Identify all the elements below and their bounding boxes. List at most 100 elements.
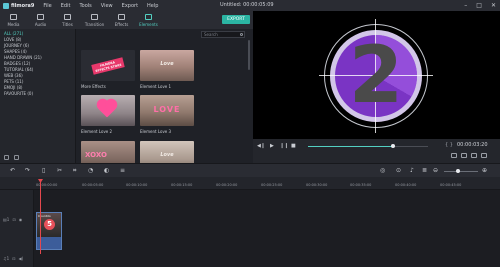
countdown-number: 2 [348,31,404,121]
maximize-icon[interactable]: □ [476,2,482,9]
marker-icon[interactable]: ⊙ [396,168,401,174]
element-tile[interactable]: Love [140,141,194,163]
seek-bar[interactable] [308,144,428,148]
ruler-label: 00:00:15:00 [171,183,193,187]
tab-media[interactable]: Media [0,14,27,29]
element-tile[interactable]: Element Love 2 [81,95,135,134]
play-icon[interactable]: ▶ [270,143,274,149]
elements-scrollbar[interactable] [248,40,250,70]
element-tile[interactable]: Love Element Love 1 [140,50,194,89]
element-label: More Effects [81,84,106,89]
menu-help[interactable]: Help [147,3,158,9]
minimize-icon[interactable]: – [464,2,467,9]
color-icon[interactable]: ◐ [104,168,109,174]
text-icon [64,14,71,20]
app-name: filmora9 [11,2,35,9]
zoom-slider[interactable] [444,171,478,172]
video-track-controls: ▤1 ⊡ ◉ [3,217,22,222]
menu-tools[interactable]: Tools [79,3,91,9]
lock-icon[interactable]: ⊡ [12,217,15,222]
undo-icon[interactable]: ↶ [10,168,15,174]
render-icon[interactable]: ◎ [380,168,385,174]
tab-audio[interactable]: Audio [27,14,54,29]
folder-icon[interactable] [14,155,19,160]
track-header: ▤1 ⊡ ◉ ♫1 ⊡ ◀) [0,190,34,267]
menu-edit[interactable]: Edit [61,3,71,9]
mic-icon[interactable]: ♪ [410,168,414,174]
window-controls: – □ ✕ [464,2,496,9]
voiceover-icon[interactable]: ≣ [422,168,427,174]
menu-view[interactable]: View [101,3,113,9]
add-folder-icon[interactable] [4,155,9,160]
filmora-logo-icon [3,2,9,9]
timeline-toolbar: ↶ ↷ ▯ ✂ ⌗ ◔ ◐ ≡ ◎ ⊙ ♪ ≣ ⊖ ⊕ [0,163,500,177]
ruler-label: 00:00:45:00 [440,183,462,187]
search-input[interactable]: Search [201,31,245,38]
transition-icon [91,14,98,20]
lock-icon[interactable]: ⊡ [12,256,15,261]
zoom-out-icon[interactable]: ⊖ [433,168,438,174]
display-icon[interactable] [451,153,457,158]
effects-icon [118,14,125,20]
element-tile[interactable]: LOVE Element Love 3 [140,95,194,134]
element-tile[interactable]: XOXO [81,141,135,163]
app-logo: filmora9 [3,2,35,9]
video-track-icon: ▤1 [3,217,10,222]
split-icon[interactable]: ✂ [57,168,62,174]
elements-icon [145,14,152,20]
music-icon [37,14,44,20]
snapshot-icon[interactable] [461,153,467,158]
fullscreen-icon[interactable] [481,153,487,158]
category-footer [4,155,19,160]
crop-icon[interactable]: ⌗ [73,168,76,174]
seek-progress [308,146,394,147]
element-thumbnail: Love [140,50,194,81]
category-item[interactable]: FAVOURITE (0) [0,91,75,97]
seek-handle[interactable] [391,144,396,148]
delete-icon[interactable]: ▯ [42,168,45,174]
stop-icon[interactable]: ■ [291,143,296,149]
previous-frame-icon[interactable]: ◀❙ [257,143,265,149]
tab-titles[interactable]: Titles [54,14,81,29]
document-title: Untitled: 00:00:05:09 [220,2,274,8]
pause-icon[interactable]: ❙❙ [280,143,288,149]
audio-mixer-icon[interactable]: ≡ [120,168,125,174]
ruler-label: 00:00:25:00 [261,183,283,187]
preview-viewer: 2 [253,11,500,139]
element-label: Element Love 1 [140,84,172,89]
ruler-label: 00:00:20:00 [216,183,238,187]
element-tile-more-effects[interactable]: FILMORA EFFECTS STORE More Effects [81,50,135,89]
element-thumbnail: XOXO [81,141,135,163]
export-button[interactable]: EXPORT [222,15,250,24]
speed-icon[interactable]: ◔ [88,168,93,174]
tab-transition[interactable]: Transition [81,14,108,29]
effects-store-ribbon: FILMORA EFFECTS STORE [91,56,125,75]
element-label: Element Love 2 [81,129,113,134]
menu-file[interactable]: File [43,3,51,9]
ruler-label: 00:00:05:00 [82,183,104,187]
menu-export[interactable]: Export [122,3,138,9]
close-icon[interactable]: ✕ [491,2,496,9]
speaker-icon[interactable]: ◀) [19,256,24,261]
redo-icon[interactable]: ↷ [25,168,30,174]
element-label: Element Love 3 [140,129,172,134]
eye-icon[interactable]: ◉ [19,217,23,222]
zoom-in-icon[interactable]: ⊕ [482,168,487,174]
category-list: ALL (271) LOVE (8) JOURNEY (6) SHAPES (4… [0,29,76,163]
volume-icon[interactable] [471,153,477,158]
playhead[interactable] [40,182,41,254]
zoom-handle[interactable] [455,169,460,173]
player-controls: ◀❙ ▶ ❙❙ ■ { } 00:00:03:20 [253,139,500,163]
timeline-ruler[interactable]: 00:00:00:00 00:00:05:00 00:00:10:00 00:0… [0,177,500,190]
menu-bar: filmora9 File Edit Tools View Export Hel… [0,0,500,11]
element-thumbnail: FILMORA EFFECTS STORE [81,50,135,81]
player-extra-icons [451,153,487,158]
mark-in-out[interactable]: { } [445,142,453,148]
search-icon [240,33,243,36]
tab-effects[interactable]: Effects [108,14,135,29]
tab-elements[interactable]: Elements [135,14,162,29]
clip-countdown-number: 5 [44,219,55,230]
audio-track-controls: ♫1 ⊡ ◀) [3,256,23,261]
ruler-label: 00:00:35:00 [350,183,372,187]
ruler-label: 00:00:30:00 [306,183,328,187]
